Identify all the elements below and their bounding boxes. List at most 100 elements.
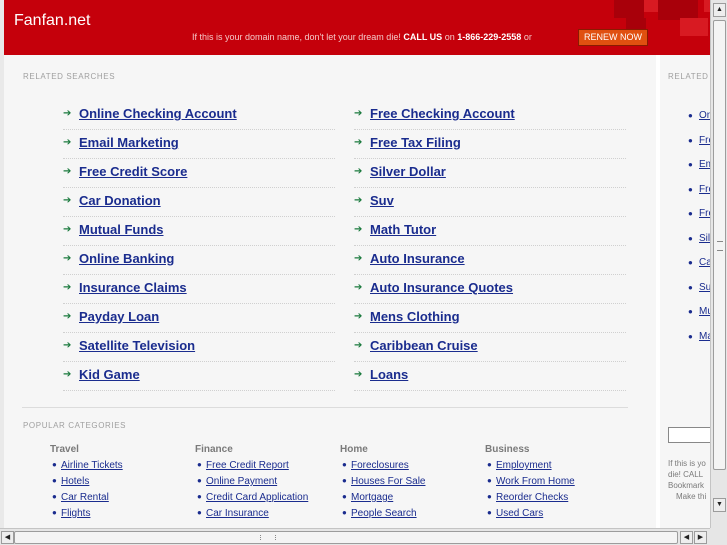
category-link[interactable]: Online Payment — [206, 476, 277, 487]
related-searches-title: RELATED SEARCHES — [23, 72, 116, 81]
category-column: Travel ● Airline Tickets ● Hotels ● Car Rental… — [27, 444, 167, 524]
related-search-link[interactable]: Insurance Claims — [79, 280, 187, 295]
arrow-right-icon: ➔ — [354, 340, 363, 351]
related-search-link[interactable]: Mutual Funds — [79, 222, 164, 237]
bullet-icon: ● — [52, 460, 57, 469]
related-search-link[interactable]: Online Banking — [79, 251, 174, 266]
header-decor — [658, 0, 698, 20]
category-link[interactable]: Flights — [61, 508, 90, 519]
arrow-right-icon: ➔ — [354, 166, 363, 177]
category-link[interactable]: Airline Tickets — [61, 460, 123, 471]
category-link[interactable]: Work From Home — [496, 476, 575, 487]
related-search-link[interactable]: Loans — [370, 367, 408, 382]
related-search-link[interactable]: Car Donation — [79, 193, 161, 208]
related-search-row: ➔ Math Tutor — [354, 217, 626, 246]
related-search-link[interactable]: Satellite Television — [79, 338, 195, 353]
related-search-link[interactable]: Auto Insurance Quotes — [370, 280, 513, 295]
category-heading: Finance — [195, 444, 233, 455]
scroll-down-button[interactable]: ▼ — [713, 498, 726, 512]
category-link[interactable]: Reorder Checks — [496, 492, 568, 503]
category-link[interactable]: Hotels — [61, 476, 89, 487]
right-related-link[interactable]: On — [699, 110, 710, 121]
category-item: ● Employment — [462, 460, 602, 476]
related-search-row: ➔ Insurance Claims — [63, 275, 335, 304]
related-search-link[interactable]: Silver Dollar — [370, 164, 446, 179]
scroll-up-button[interactable]: ▲ — [713, 3, 726, 17]
category-link[interactable]: Foreclosures — [351, 460, 409, 471]
related-search-row: ➔ Car Donation — [63, 188, 335, 217]
vertical-scrollbar[interactable]: ▲ ▼ — [710, 0, 727, 528]
arrow-right-icon: ➔ — [354, 224, 363, 235]
category-link[interactable]: Credit Card Application — [206, 492, 308, 503]
phone-number: 1-866-229-2558 — [457, 32, 522, 42]
right-panel-text-line: die! CALL — [668, 470, 704, 479]
related-search-row: ➔ Loans — [354, 362, 626, 391]
related-search-row: ➔ Email Marketing — [63, 130, 335, 159]
call-us-label: CALL US — [403, 32, 443, 42]
arrow-right-icon: ➔ — [63, 137, 72, 148]
related-search-row: ➔ Free Credit Score — [63, 159, 335, 188]
related-search-link[interactable]: Email Marketing — [79, 135, 179, 150]
category-link[interactable]: Employment — [496, 460, 552, 471]
category-item: ● Hotels — [27, 476, 167, 492]
related-search-link[interactable]: Payday Loan — [79, 309, 159, 324]
category-link[interactable]: Used Cars — [496, 508, 543, 519]
right-related-link[interactable]: Fre — [699, 208, 710, 219]
right-related-link[interactable]: Ma — [699, 331, 710, 342]
scroll-right-button[interactable]: ▶ — [694, 531, 707, 544]
category-link[interactable]: Car Rental — [61, 492, 109, 503]
category-link[interactable]: People Search — [351, 508, 417, 519]
related-search-link[interactable]: Mens Clothing — [370, 309, 460, 324]
renew-now-button[interactable]: RENEW NOW — [578, 29, 648, 46]
header-decor — [644, 0, 658, 12]
bullet-icon: ● — [52, 508, 57, 517]
category-column: Home ● Foreclosures ● Houses For Sale ● Mortga… — [317, 444, 457, 524]
category-link[interactable]: Free Credit Report — [206, 460, 289, 471]
arrow-right-icon: ➔ — [63, 224, 72, 235]
right-related-link[interactable]: Fre — [699, 184, 710, 195]
section-divider — [22, 407, 628, 408]
horizontal-scrollbar[interactable]: ◀ ◀ ▶ — [0, 528, 710, 545]
category-link[interactable]: Car Insurance — [206, 508, 269, 519]
right-related-link[interactable]: Silv — [699, 233, 710, 244]
related-search-link[interactable]: Math Tutor — [370, 222, 436, 237]
tagline-text: If this is your domain name, don't let y… — [192, 32, 401, 42]
site-name: Fanfan.net — [14, 12, 91, 29]
right-panel-text-line: Bookmark — [668, 481, 705, 490]
on-word: on — [444, 32, 455, 42]
related-search-link[interactable]: Auto Insurance — [370, 251, 465, 266]
related-search-link[interactable]: Kid Game — [79, 367, 140, 382]
horizontal-scroll-thumb[interactable] — [14, 531, 678, 544]
related-search-link[interactable]: Caribbean Cruise — [370, 338, 478, 353]
category-item: ● Car Insurance — [172, 508, 312, 524]
category-column: Business ● Employment ● Work From Home ● Reord… — [462, 444, 602, 524]
related-search-link[interactable]: Online Checking Account — [79, 106, 237, 121]
right-related-link[interactable]: Em — [699, 159, 710, 170]
right-related-link[interactable]: Mu — [699, 306, 710, 317]
related-search-row: ➔ Online Banking — [63, 246, 335, 275]
category-link[interactable]: Houses For Sale — [351, 476, 425, 487]
right-related-link[interactable]: Su — [699, 282, 710, 293]
right-related-link[interactable]: Ca — [699, 257, 710, 268]
arrow-right-icon: ➔ — [63, 166, 72, 177]
vertical-scroll-thumb[interactable] — [713, 20, 726, 470]
related-search-link[interactable]: Free Tax Filing — [370, 135, 461, 150]
arrow-right-icon: ➔ — [63, 311, 72, 322]
related-search-row: ➔ Free Checking Account — [354, 101, 626, 130]
right-related-link[interactable]: Fre — [699, 135, 710, 146]
arrow-right-icon: ➔ — [63, 195, 72, 206]
related-search-row: ➔ Satellite Television — [63, 333, 335, 362]
right-search-input[interactable] — [668, 427, 710, 443]
category-link[interactable]: Mortgage — [351, 492, 393, 503]
related-search-link[interactable]: Free Credit Score — [79, 164, 187, 179]
domain-header: Fanfan.net If this is your domain name, … — [4, 0, 727, 55]
bullet-icon: ● — [688, 184, 693, 194]
arrow-right-icon: ➔ — [63, 282, 72, 293]
scroll-right-button-left[interactable]: ◀ — [680, 531, 693, 544]
bullet-icon: ● — [342, 460, 347, 469]
related-search-link[interactable]: Suv — [370, 193, 394, 208]
arrow-right-icon: ➔ — [63, 369, 72, 380]
category-item: ● Mortgage — [317, 492, 457, 508]
scroll-left-button[interactable]: ◀ — [1, 531, 14, 544]
related-search-link[interactable]: Free Checking Account — [370, 106, 515, 121]
